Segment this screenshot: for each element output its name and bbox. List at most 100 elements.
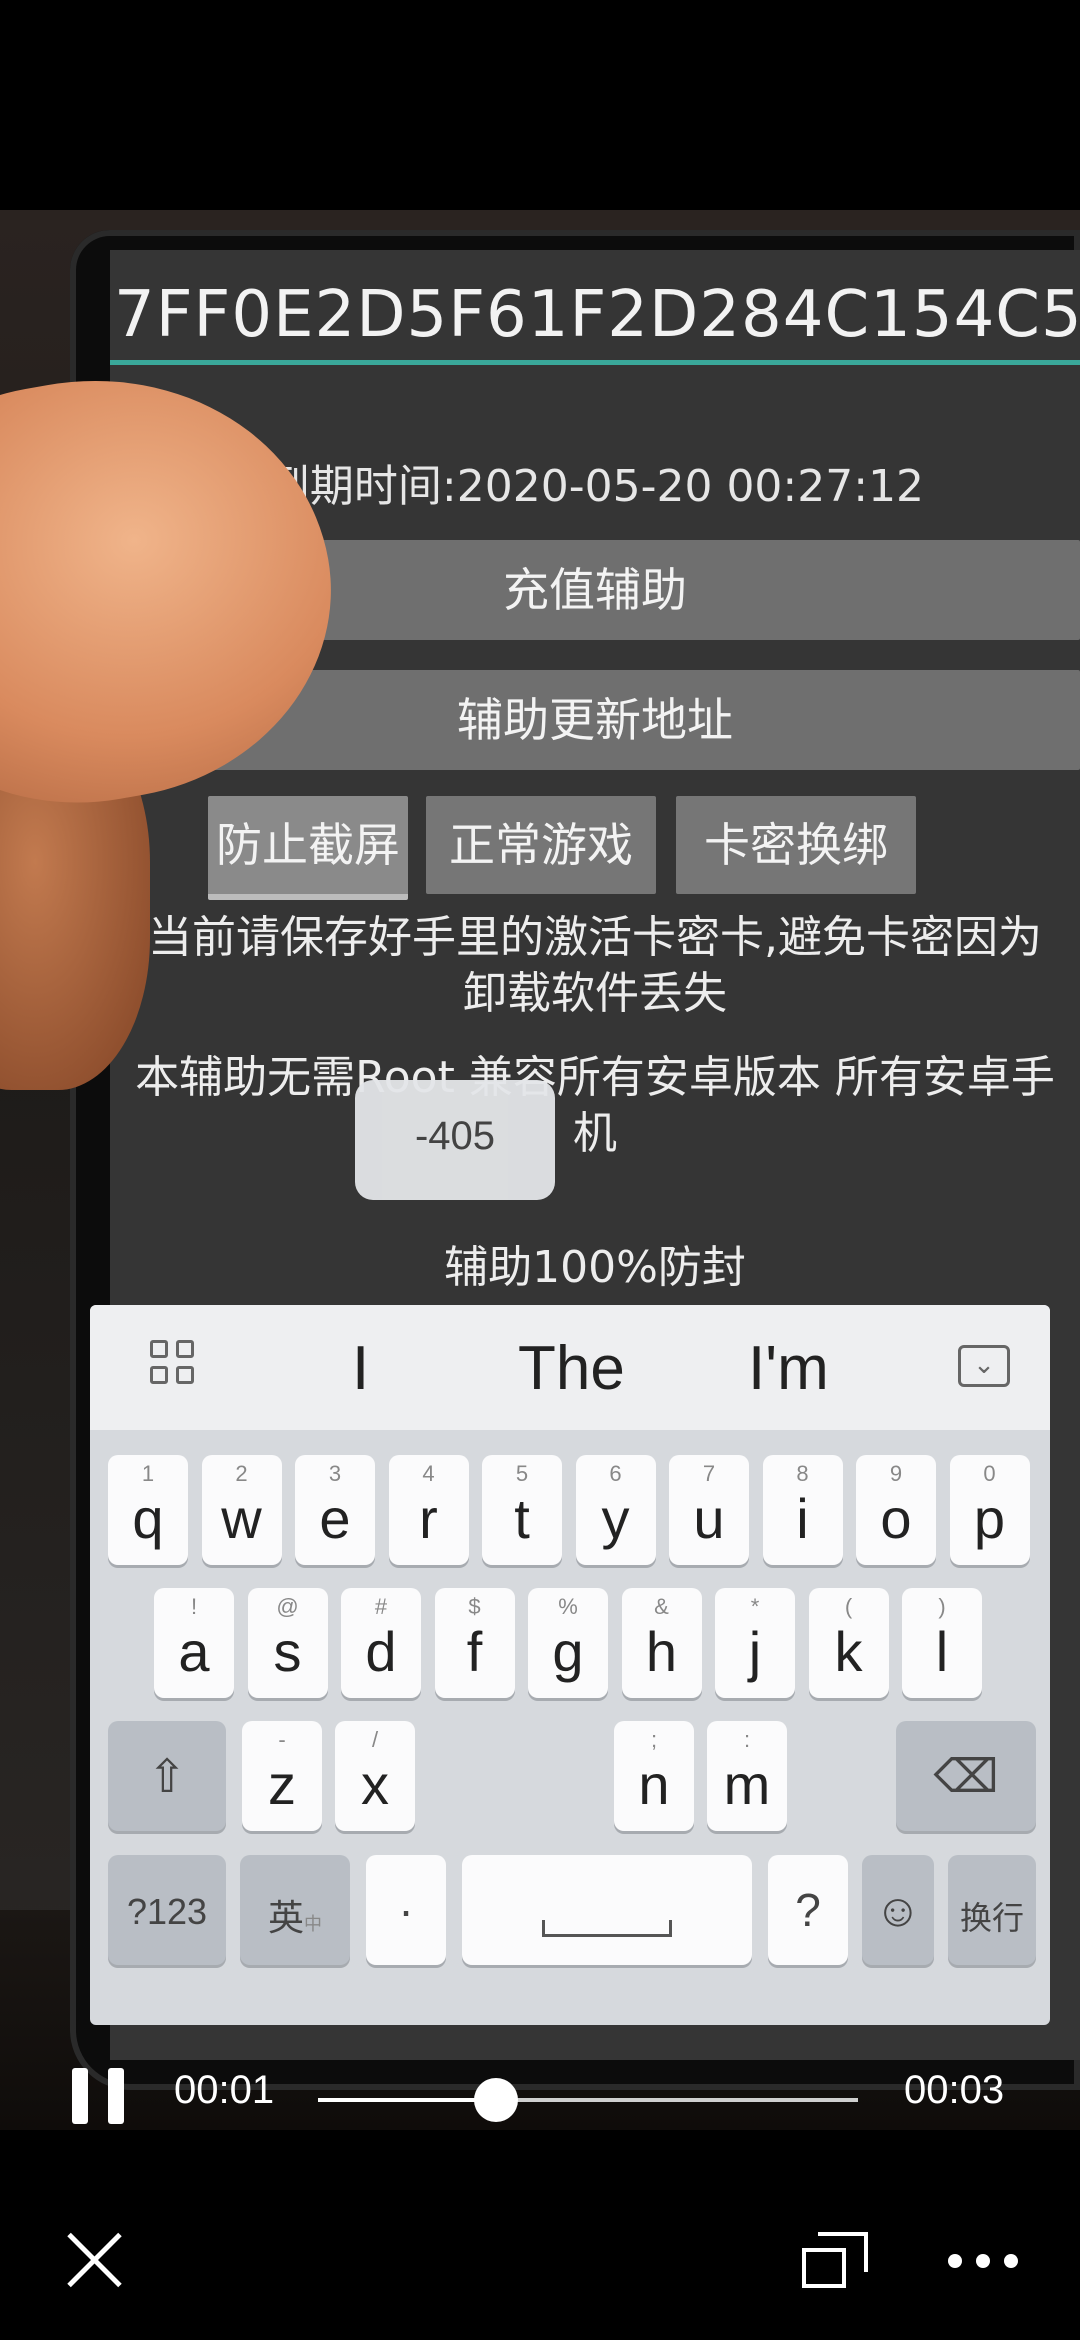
- key-o[interactable]: 9o: [856, 1455, 936, 1565]
- key-r[interactable]: 4r: [388, 1455, 469, 1565]
- key-t[interactable]: 5t: [482, 1455, 562, 1565]
- key-label: o: [880, 1487, 912, 1550]
- key-label: j: [748, 1620, 762, 1683]
- question-label: ?: [795, 1884, 821, 1936]
- current-time: 00:01: [174, 2068, 275, 2112]
- numbers-key[interactable]: ?123: [108, 1855, 226, 1965]
- key-e[interactable]: 3e: [295, 1455, 375, 1565]
- key-x[interactable]: / x: [335, 1721, 415, 1831]
- key-secondary-label: *: [750, 1594, 760, 1619]
- key-f[interactable]: $ f: [434, 1588, 515, 1698]
- key-label: a: [178, 1620, 210, 1683]
- backspace-key[interactable]: ⌫: [896, 1721, 1036, 1831]
- key-secondary-label: (: [844, 1594, 853, 1619]
- emoji-key[interactable]: ☺: [862, 1855, 934, 1965]
- key-w[interactable]: 2w: [201, 1455, 282, 1565]
- key-label: y: [601, 1487, 630, 1550]
- key-i[interactable]: 8i: [762, 1455, 843, 1565]
- card-key-field[interactable]: 7FF0E2D5F61F2D284C154C58C3: [110, 270, 1080, 365]
- language-key[interactable]: 英中: [240, 1855, 350, 1965]
- seek-bar[interactable]: [318, 2078, 858, 2122]
- key-secondary-label: 9: [889, 1461, 903, 1486]
- dot-label: ·: [398, 1884, 414, 1936]
- key-p[interactable]: 0p: [949, 1455, 1030, 1565]
- key-secondary-label: 6: [609, 1461, 622, 1486]
- anti-screenshot-button[interactable]: 防止截屏: [208, 796, 408, 900]
- suggestion-word[interactable]: I'm: [748, 1333, 829, 1404]
- floating-window-icon[interactable]: [802, 2232, 868, 2292]
- key-secondary-label: $: [468, 1594, 481, 1619]
- key-secondary-label: 0: [983, 1461, 996, 1486]
- key-label: g: [552, 1620, 584, 1683]
- key-g[interactable]: % g: [528, 1588, 608, 1698]
- anti-ban-message: 辅助100%防封: [444, 1242, 746, 1293]
- shift-key[interactable]: ⇧: [108, 1721, 226, 1831]
- pause-icon[interactable]: [72, 2068, 126, 2124]
- seek-progress: [318, 2098, 497, 2102]
- key-m[interactable]: :m: [707, 1721, 787, 1831]
- key-label: k: [834, 1620, 863, 1683]
- emoji-icon: ☺: [874, 1884, 922, 1936]
- space-icon: [542, 1920, 672, 1937]
- key-q[interactable]: 1q: [108, 1455, 188, 1565]
- key-label: h: [645, 1620, 678, 1683]
- seek-thumb[interactable]: [474, 2078, 519, 2122]
- save-card-message: 当前请保存好手里的激活卡密卡,避免卡密因为卸载软件丢失: [148, 912, 1042, 1019]
- key-secondary-label: &: [654, 1594, 669, 1619]
- key-label: n: [638, 1753, 670, 1816]
- key-secondary-label: ): [938, 1594, 946, 1619]
- key-secondary-label: 7: [702, 1461, 716, 1486]
- key-l[interactable]: ) l: [902, 1588, 982, 1698]
- key-d[interactable]: # d: [341, 1588, 421, 1698]
- key-label: u: [693, 1487, 725, 1550]
- space-key[interactable]: [462, 1855, 752, 1965]
- enter-key[interactable]: 换行: [948, 1855, 1036, 1965]
- question-key[interactable]: ?: [768, 1855, 848, 1965]
- key-secondary-label: 2: [235, 1461, 248, 1486]
- key-secondary-label: 8: [796, 1461, 809, 1486]
- key-n[interactable]: ; n: [614, 1721, 694, 1831]
- dot-key[interactable]: ·: [366, 1855, 446, 1965]
- suggestion-word[interactable]: I: [352, 1333, 369, 1404]
- key-label: p: [973, 1487, 1006, 1550]
- key-secondary-label: 4: [422, 1461, 435, 1486]
- soft-keyboard: I The I'm ⌄ 1 q 2 w 3 e 4 r 5 t 6 y 7 u 8 i 9 o 0 p! a @ s # d $ f…: [90, 1305, 1050, 2025]
- key-label: z: [268, 1753, 296, 1816]
- bottom-toolbar: [0, 2200, 1080, 2340]
- lang-label: 英中: [240, 1889, 350, 1941]
- more-options-icon[interactable]: [948, 2254, 1018, 2268]
- key-k[interactable]: (k: [808, 1588, 889, 1698]
- key-label: e: [319, 1487, 351, 1550]
- key-secondary-label: 3: [328, 1461, 342, 1486]
- key-j[interactable]: * j: [715, 1588, 795, 1698]
- hide-keyboard-icon[interactable]: ⌄: [958, 1345, 1010, 1387]
- no-root-message: 本辅助无需Root 兼容所有安卓版本 所有安卓手机: [135, 1052, 1055, 1159]
- suggestion-bar: I The I'm ⌄: [90, 1305, 1050, 1430]
- key-s[interactable]: @ s: [247, 1588, 328, 1698]
- key-secondary-label: ;: [650, 1727, 658, 1752]
- key-label: i: [796, 1487, 809, 1550]
- key-z[interactable]: -z: [242, 1721, 322, 1831]
- key-label: r: [419, 1487, 438, 1550]
- key-secondary-label: 5: [515, 1461, 529, 1486]
- key-u[interactable]: 7u: [669, 1455, 749, 1565]
- key-secondary-label: !: [190, 1594, 198, 1619]
- key-a[interactable]: ! a: [154, 1588, 234, 1698]
- card-rebind-button[interactable]: 卡密换绑: [676, 796, 916, 894]
- key-label: s: [273, 1620, 302, 1683]
- normal-game-button[interactable]: 正常游戏: [426, 796, 656, 894]
- close-icon[interactable]: [64, 2230, 124, 2290]
- total-time: 00:03: [904, 2068, 1005, 2112]
- key-label: t: [514, 1487, 530, 1550]
- suggestion-word[interactable]: The: [518, 1333, 625, 1404]
- key-secondary-label: /: [371, 1727, 379, 1752]
- enter-label: 换行: [959, 1900, 1024, 1936]
- video-controls: 00:01 00:03: [0, 2060, 1080, 2140]
- shift-icon: ⇧: [147, 1750, 187, 1802]
- key-secondary-label: 1: [141, 1461, 155, 1486]
- grid-menu-icon[interactable]: [150, 1340, 200, 1390]
- key-h[interactable]: & h: [621, 1588, 702, 1698]
- key-label: w: [221, 1487, 262, 1550]
- key-press-popup: -405: [355, 1080, 555, 1200]
- key-y[interactable]: 6y: [575, 1455, 656, 1565]
